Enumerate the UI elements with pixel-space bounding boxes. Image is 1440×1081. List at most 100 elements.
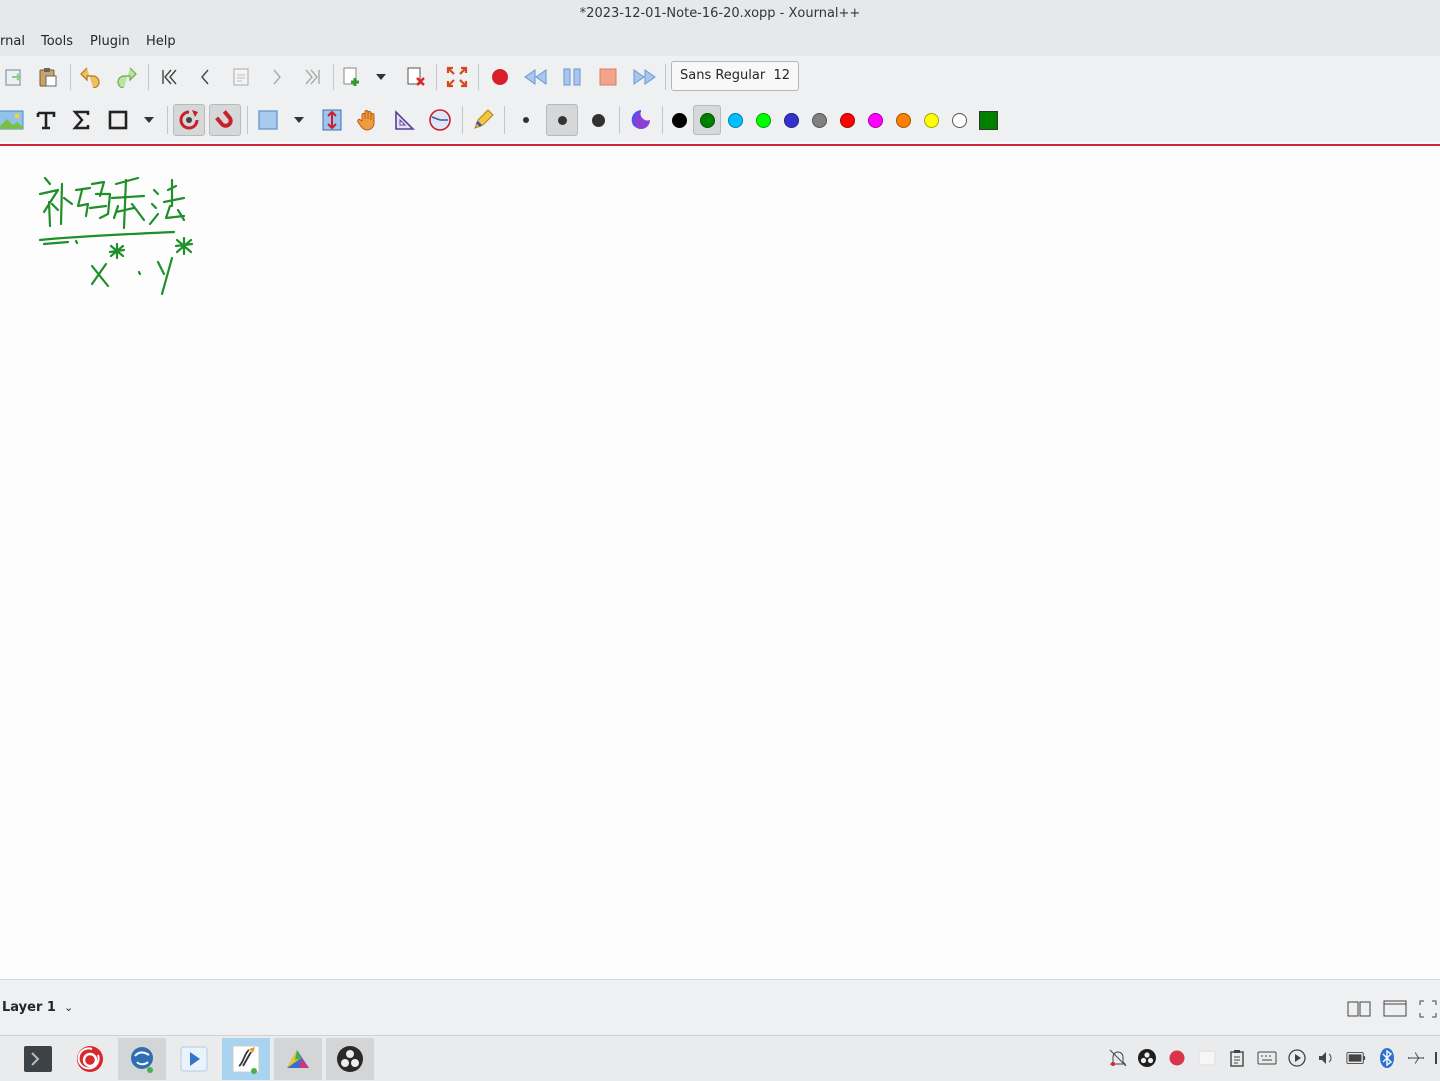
text-icon[interactable] [31,105,61,135]
record-icon[interactable] [485,62,515,92]
color-swatch-3333cc[interactable] [777,105,805,135]
color-swatch-00c0ff[interactable] [721,105,749,135]
previous-page-icon[interactable] [190,62,220,92]
thick-point-icon[interactable] [583,105,613,135]
current-color-icon[interactable] [975,105,1001,135]
volume-icon[interactable] [1316,1048,1336,1068]
toolbar-separator [662,106,663,134]
vertical-space-icon[interactable] [317,105,347,135]
fast-forward-icon[interactable] [629,62,659,92]
color-dot [895,112,911,128]
menu-help[interactable]: Help [146,34,176,49]
thin-point-icon[interactable] [511,105,541,135]
clipboard-icon[interactable] [33,62,63,92]
terminal-app-icon[interactable] [14,1038,62,1080]
color-dot [923,112,939,128]
shape-dropdown-arrow[interactable] [136,105,162,135]
menu-journal[interactable]: rnal [0,34,25,49]
toolbar-separator [148,64,149,90]
ink-group [38,176,194,296]
default-tools-icon[interactable] [468,105,498,135]
geogebra-app-icon[interactable] [274,1038,322,1080]
color-dot [867,112,883,128]
rewind-icon[interactable] [521,62,551,92]
battery-icon[interactable] [1346,1048,1366,1068]
shape-recognizer-icon[interactable] [173,104,205,136]
window-titlebar: *2023-12-01-Note-16-20.xopp - Xournal++ [0,0,1440,30]
first-page-icon[interactable] [154,62,184,92]
menu-plugin[interactable]: Plugin [90,34,130,49]
last-page-icon[interactable] [298,62,328,92]
bluetooth-icon[interactable] [1377,1048,1397,1068]
media-player-tray-icon[interactable] [1287,1048,1307,1068]
compass-icon[interactable] [425,105,455,135]
next-page-icon[interactable] [262,62,292,92]
notifications-muted-icon[interactable] [1108,1048,1128,1068]
math-tex-icon[interactable] [67,105,97,135]
layer-label: Layer 1 [2,1000,56,1015]
shape-rectangle-icon[interactable] [103,105,133,135]
presentation-mode-icon[interactable] [1380,994,1410,1024]
toolbar-separator [665,64,666,90]
layer-selector[interactable]: Layer 1 ⌄ [2,1000,73,1015]
stop-icon[interactable] [593,62,623,92]
taskbar [0,1035,1440,1081]
taskbar-edge-app-icon[interactable] [0,1038,2,1080]
chevron-down-icon: ⌄ [63,1001,74,1014]
network-icon[interactable] [1406,1048,1426,1068]
fullscreen-icon[interactable] [442,62,472,92]
recording-tray-icon[interactable] [1167,1048,1187,1068]
color-swatch-ffffff[interactable] [945,105,973,135]
redo-icon[interactable] [111,62,141,92]
media-tray-icon[interactable] [1197,1048,1217,1068]
image-icon[interactable] [0,105,26,135]
xfce-settings-app-icon[interactable] [118,1038,166,1080]
select-dropdown-arrow[interactable] [286,105,312,135]
color-swatch-008000[interactable] [693,105,721,135]
new-page-dropdown-arrow[interactable] [367,62,395,92]
color-swatch-ffff00[interactable] [917,105,945,135]
media-player-app-icon[interactable] [170,1038,218,1080]
medium-point-icon[interactable] [546,104,578,136]
menu-tools[interactable]: Tools [41,34,73,49]
color-swatch-ff00ff[interactable] [861,105,889,135]
menu-bar: rnal Tools Plugin Help [0,30,1440,56]
fullscreen-mode-icon[interactable] [1416,994,1440,1024]
goto-page-icon[interactable] [226,62,256,92]
tray-overflow-icon[interactable] [1432,1048,1440,1068]
netease-music-app-icon[interactable] [66,1038,114,1080]
delete-page-icon[interactable] [401,62,431,92]
xournal-app-icon[interactable] [222,1038,270,1080]
toolbar-separator [247,106,248,134]
setsquare-icon[interactable] [389,105,419,135]
pause-icon[interactable] [557,62,587,92]
select-rectangle-icon[interactable] [253,105,283,135]
toolbar-separator [478,64,479,90]
clipboard-tray-icon[interactable] [1227,1048,1247,1068]
new-page-icon[interactable] [336,62,366,92]
color-dot [951,112,967,128]
color-dot [699,112,715,128]
keyboard-tray-icon[interactable] [1257,1048,1277,1068]
status-bar: Layer 1 ⌄ [0,979,1440,1036]
color-swatch-ff8000[interactable] [889,105,917,135]
paste-icon[interactable] [0,62,30,92]
hand-icon[interactable] [353,105,383,135]
font-selector-button[interactable]: Sans Regular 12 [671,61,799,91]
toolbar-separator [333,64,334,90]
custom-color-icon[interactable] [626,105,656,135]
drawing-canvas[interactable] [0,146,1440,979]
toolbar-separator [167,106,168,134]
color-dot [727,112,743,128]
obs-app-icon[interactable] [326,1038,374,1080]
dual-page-icon[interactable] [1344,994,1374,1024]
window-title: *2023-12-01-Note-16-20.xopp - Xournal++ [579,6,861,21]
undo-icon[interactable] [76,62,106,92]
obs-tray-icon[interactable] [1137,1048,1157,1068]
toolbar-separator [504,106,505,134]
color-swatch-808080[interactable] [805,105,833,135]
color-swatch-00ff00[interactable] [749,105,777,135]
color-swatch-ff0000[interactable] [833,105,861,135]
snap-magnet-icon[interactable] [209,104,241,136]
color-swatch-000000[interactable] [665,105,693,135]
